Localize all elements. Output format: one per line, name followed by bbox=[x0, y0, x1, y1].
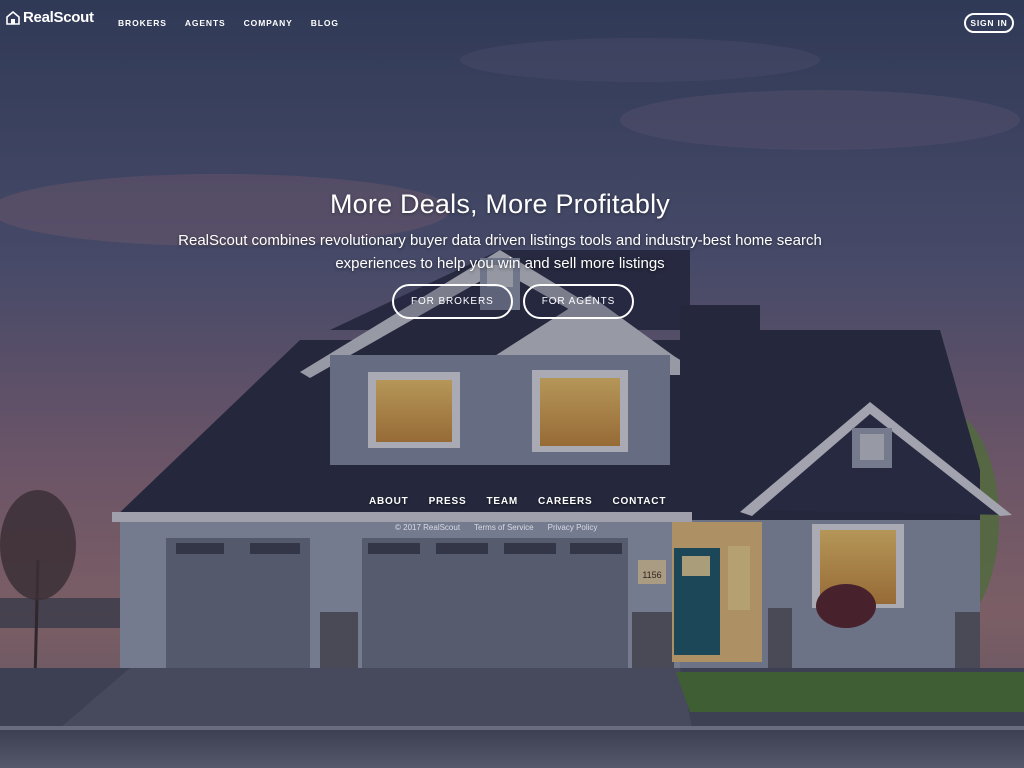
privacy-link[interactable]: Privacy Policy bbox=[548, 523, 598, 532]
footer-legal: © 2017 RealScout Terms of Service Privac… bbox=[395, 523, 597, 532]
brand-logo[interactable]: RealScout bbox=[6, 9, 94, 26]
footer-nav: ABOUT PRESS TEAM CAREERS CONTACT bbox=[369, 496, 666, 507]
terms-link[interactable]: Terms of Service bbox=[474, 523, 534, 532]
footer-link-careers[interactable]: CAREERS bbox=[538, 496, 593, 507]
nav-link-company[interactable]: COMPANY bbox=[244, 18, 293, 28]
for-brokers-button[interactable]: FOR BROKERS bbox=[392, 284, 513, 319]
nav-link-blog[interactable]: BLOG bbox=[311, 18, 339, 28]
footer-link-press[interactable]: PRESS bbox=[429, 496, 467, 507]
nav-link-brokers[interactable]: BROKERS bbox=[118, 18, 167, 28]
brand-name: RealScout bbox=[23, 9, 94, 26]
house-flag-icon bbox=[6, 10, 20, 25]
copyright-text: © 2017 RealScout bbox=[395, 523, 461, 532]
primary-nav: BROKERS AGENTS COMPANY BLOG bbox=[118, 18, 339, 28]
footer-link-about[interactable]: ABOUT bbox=[369, 496, 409, 507]
for-agents-button[interactable]: FOR AGENTS bbox=[522, 284, 635, 319]
top-nav: RealScout BROKERS AGENTS COMPANY BLOG SI… bbox=[0, 0, 1024, 48]
footer-link-contact[interactable]: CONTACT bbox=[613, 496, 667, 507]
hero-cta-group: FOR BROKERS FOR AGENTS bbox=[392, 284, 635, 319]
sign-in-button[interactable]: SIGN IN bbox=[964, 13, 1014, 33]
hero-overlay bbox=[0, 0, 1024, 768]
footer-link-team[interactable]: TEAM bbox=[486, 496, 518, 507]
nav-link-agents[interactable]: AGENTS bbox=[185, 18, 226, 28]
hero-headline: More Deals, More Profitably bbox=[329, 189, 670, 220]
hero-subtitle: RealScout combines revolutionary buyer d… bbox=[178, 232, 822, 272]
